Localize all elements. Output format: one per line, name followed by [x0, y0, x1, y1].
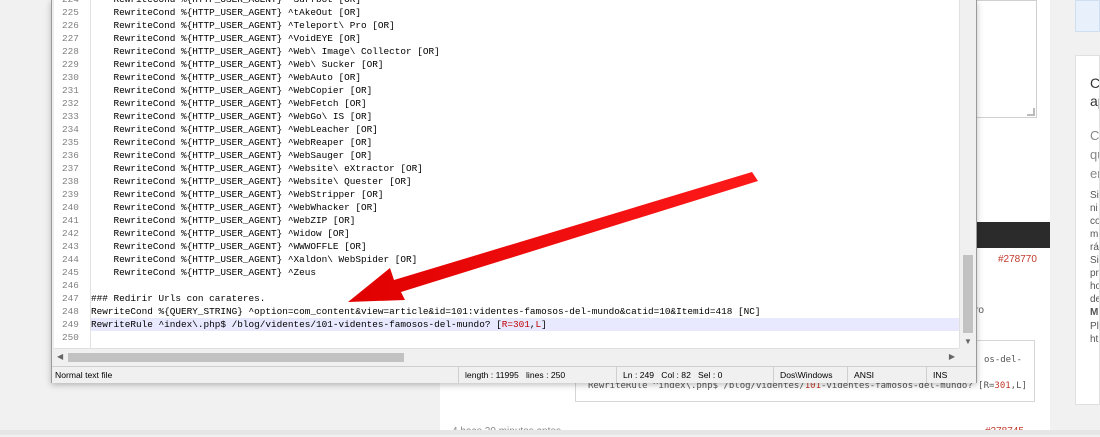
vertical-scrollbar[interactable]: ▼: [959, 0, 975, 348]
code-line[interactable]: RewriteCond %{HTTP_USER_AGENT} ^VoidEYE …: [91, 32, 959, 45]
code-token: R=301: [501, 319, 530, 330]
code-line[interactable]: RewriteCond %{HTTP_USER_AGENT} ^WebStrip…: [91, 188, 959, 201]
sidebar-body: Si ni co m rá Si pr ho de: [1090, 190, 1100, 305]
status-encoding: ANSI: [847, 367, 926, 383]
background-sidebar-card: C ap Co qu en Si ni co m rá Si pr ho de …: [1075, 55, 1100, 405]
sidebar-title: C ap: [1090, 75, 1100, 109]
line-number: 246: [62, 280, 79, 291]
code-line[interactable]: RewriteCond %{HTTP_USER_AGENT} ^Web\ Ima…: [91, 45, 959, 58]
line-number: 250: [62, 332, 79, 343]
line-number: 228: [62, 46, 79, 57]
line-number: 242: [62, 228, 79, 239]
sidebar-bold: M: [1090, 307, 1099, 318]
line-number: 231: [62, 85, 79, 96]
code-line[interactable]: RewriteCond %{HTTP_USER_AGENT} ^Teleport…: [91, 19, 959, 32]
line-number: 244: [62, 254, 79, 265]
code-line[interactable]: RewriteCond %{HTTP_USER_AGENT} ^WebZIP […: [91, 214, 959, 227]
line-number: 233: [62, 111, 79, 122]
horizontal-scroll-thumb[interactable]: [68, 353, 404, 362]
code-line[interactable]: RewriteCond %{HTTP_USER_AGENT} ^Website\…: [91, 162, 959, 175]
code-line[interactable]: [91, 331, 959, 344]
code-line[interactable]: RewriteCond %{HTTP_USER_AGENT} ^Website\…: [91, 175, 959, 188]
line-number: 230: [62, 72, 79, 83]
line-number: 247: [62, 293, 79, 304]
editor-client-area: 2242252262272282292302312322332342352362…: [53, 0, 975, 365]
line-number: 241: [62, 215, 79, 226]
status-length: length : 11995: [465, 370, 519, 380]
line-number: 237: [62, 163, 79, 174]
line-number: 234: [62, 124, 79, 135]
code-token: ]: [541, 319, 547, 330]
code-area[interactable]: RewriteCond %{HTTP_USER_AGENT} ^Surfbot …: [91, 0, 959, 348]
code-fragment: os-del-: [984, 355, 1022, 365]
code-line[interactable]: ### Redirir Urls con carateres.: [91, 292, 959, 305]
code-line[interactable]: RewriteCond %{HTTP_USER_AGENT} ^WebGo\ I…: [91, 110, 959, 123]
background-code-header: [975, 222, 1050, 248]
code-line[interactable]: RewriteCond %{HTTP_USER_AGENT} ^Widow [O…: [91, 227, 959, 240]
line-number-gutter: 2242252262272282292302312322332342352362…: [54, 0, 91, 348]
line-number: 248: [62, 306, 79, 317]
line-number: 226: [62, 20, 79, 31]
horizontal-scrollbar[interactable]: ◀ ▶: [54, 348, 959, 365]
line-number: 249: [62, 319, 79, 330]
line-number: 227: [62, 33, 79, 44]
status-eol-format: Dos\Windows: [773, 367, 847, 383]
code-token: RewriteRule ^index\.php$ /blog/videntes/…: [91, 319, 502, 330]
status-cursor-position: Ln : 249 Col : 82 Sel : 0: [616, 367, 773, 383]
code-line[interactable]: RewriteCond %{HTTP_USER_AGENT} ^Xaldon\ …: [91, 253, 959, 266]
code-line[interactable]: RewriteCond %{HTTP_USER_AGENT} ^WebAuto …: [91, 71, 959, 84]
code-line[interactable]: RewriteCond %{HTTP_USER_AGENT} ^WWWOFFLE…: [91, 240, 959, 253]
status-lines: lines : 250: [526, 370, 566, 380]
code-line[interactable]: RewriteCond %{HTTP_USER_AGENT} ^WebFetch…: [91, 97, 959, 110]
code-line[interactable]: RewriteCond %{HTTP_USER_AGENT} ^WebReape…: [91, 136, 959, 149]
scroll-right-icon[interactable]: ▶: [949, 352, 955, 361]
code-line[interactable]: RewriteCond %{HTTP_USER_AGENT} ^WebSauge…: [91, 149, 959, 162]
status-ln: Ln : 249: [623, 370, 655, 380]
code-line-current[interactable]: RewriteRule ^index\.php$ /blog/videntes/…: [91, 318, 959, 331]
background-textarea[interactable]: [975, 0, 1037, 118]
scrollbar-corner: [959, 348, 975, 365]
sidebar-tail: Pl ht: [1090, 321, 1099, 345]
status-bar: Normal text file length : 11995 lines : …: [52, 366, 976, 383]
line-number: 236: [62, 150, 79, 161]
line-number: 245: [62, 267, 79, 278]
line-number: 232: [62, 98, 79, 109]
status-file-type: Normal text file: [55, 370, 113, 380]
background-info-box: [1075, 0, 1100, 32]
scroll-left-icon[interactable]: ◀: [57, 352, 63, 361]
code-line[interactable]: RewriteCond %{HTTP_USER_AGENT} ^WebWhack…: [91, 201, 959, 214]
scroll-down-icon[interactable]: ▼: [964, 337, 972, 346]
code-line[interactable]: RewriteCond %{HTTP_USER_AGENT} ^tAkeOut …: [91, 6, 959, 19]
code-line[interactable]: RewriteCond %{HTTP_USER_AGENT} ^WebLeach…: [91, 123, 959, 136]
line-number: 243: [62, 241, 79, 252]
code-line[interactable]: RewriteCond %{HTTP_USER_AGENT} ^Zeus: [91, 266, 959, 279]
status-col: Col : 82: [661, 370, 691, 380]
status-length-lines: length : 11995 lines : 250: [458, 367, 616, 383]
line-number: 229: [62, 59, 79, 70]
sidebar-subtitle: Co qu en: [1090, 128, 1100, 181]
code-line[interactable]: [91, 279, 959, 292]
line-number: 239: [62, 189, 79, 200]
text-editor-window: 2242252262272282292302312322332342352362…: [51, 0, 977, 383]
line-number: 240: [62, 202, 79, 213]
code-line[interactable]: RewriteCond %{HTTP_USER_AGENT} ^WebCopie…: [91, 84, 959, 97]
code-line[interactable]: RewriteCond %{HTTP_USER_AGENT} ^Web\ Suc…: [91, 58, 959, 71]
vertical-scroll-thumb[interactable]: [963, 255, 973, 333]
line-number: 238: [62, 176, 79, 187]
resize-grip-icon[interactable]: [1027, 108, 1035, 116]
line-number: 225: [62, 7, 79, 18]
line-number: 235: [62, 137, 79, 148]
code-line[interactable]: RewriteCond %{QUERY_STRING} ^option=com_…: [91, 305, 959, 318]
status-insert-mode: INS: [926, 367, 974, 383]
post-reference-link[interactable]: #278770: [998, 254, 1037, 265]
background-bottom-strip: [0, 430, 1100, 435]
status-sel: Sel : 0: [698, 370, 723, 380]
